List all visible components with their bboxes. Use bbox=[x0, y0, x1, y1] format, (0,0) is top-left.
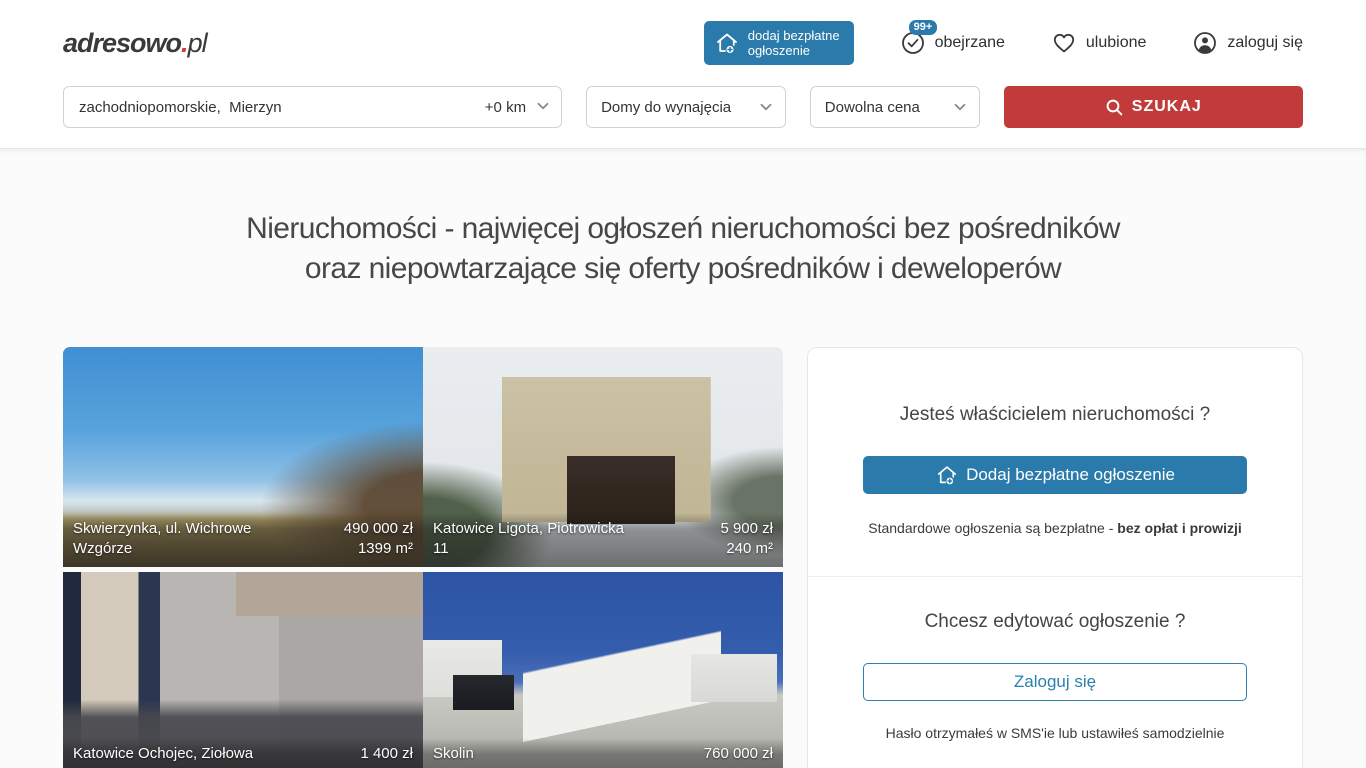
listing-location: Katowice Ligota, Piotrowicka 11 bbox=[433, 519, 643, 559]
edit-heading: Chcesz edytować ogłoszenie ? bbox=[863, 611, 1247, 633]
top-bar: adresowo.pl dodaj bezpłatne ogłoszenie bbox=[0, 0, 1366, 86]
listing-price: 760 000 zł bbox=[704, 744, 773, 764]
location-field: +0 km bbox=[63, 86, 562, 128]
add-listing-label: dodaj bezpłatne ogłoszenie bbox=[748, 28, 840, 58]
listing-price: 1 400 zł bbox=[360, 744, 413, 764]
logo-tld: pl bbox=[188, 28, 207, 58]
listing-caption: Katowice Ochojec, Ziołowa 1 400 zł bbox=[63, 738, 423, 768]
listing-location: Katowice Ochojec, Ziołowa bbox=[73, 744, 253, 768]
chevron-down-icon bbox=[536, 99, 550, 113]
owner-section: Jesteś właścicielem nieruchomości ? Doda… bbox=[808, 348, 1302, 576]
sidebar-login-label: Zaloguj się bbox=[1014, 672, 1096, 692]
category-value: Domy do wynajęcia bbox=[601, 99, 731, 116]
sidebar-add-listing-label: Dodaj bezpłatne ogłoszenie bbox=[966, 465, 1175, 485]
sidebar-login-button[interactable]: Zaloguj się bbox=[863, 663, 1247, 701]
listing-location: Skolin bbox=[433, 744, 474, 768]
password-note: Hasło otrzymałeś w SMS'ie lub ustawiłeś … bbox=[863, 725, 1247, 741]
listing-caption: Skwierzynka, ul. Wichrowe Wzgórze 490 00… bbox=[63, 513, 423, 567]
price-value: Dowolna cena bbox=[825, 99, 920, 116]
owner-heading: Jesteś właścicielem nieruchomości ? bbox=[863, 404, 1247, 426]
header-actions: dodaj bezpłatne ogłoszenie 99+ obejrzane… bbox=[704, 21, 1303, 65]
price-select[interactable]: Dowolna cena bbox=[810, 86, 980, 128]
login-label: zaloguj się bbox=[1227, 34, 1303, 52]
sidebar-add-listing-button[interactable]: Dodaj bezpłatne ogłoszenie bbox=[863, 456, 1247, 494]
listing-caption: Skolin 760 000 zł bbox=[423, 738, 783, 768]
free-listing-note: Standardowe ogłoszenia są bezpłatne - be… bbox=[863, 520, 1247, 536]
favorites-label: ulubione bbox=[1086, 34, 1147, 52]
edit-section: Chcesz edytować ogłoszenie ? Zaloguj się… bbox=[808, 577, 1302, 768]
user-icon bbox=[1192, 30, 1218, 56]
chevron-down-icon bbox=[953, 100, 967, 114]
category-select[interactable]: Domy do wynajęcia bbox=[586, 86, 786, 128]
listing-area: 240 m² bbox=[720, 539, 773, 559]
house-add-icon bbox=[714, 30, 740, 56]
search-submit-button[interactable]: SZUKAJ bbox=[1004, 86, 1303, 128]
listing-caption: Katowice Ligota, Piotrowicka 11 5 900 zł… bbox=[423, 513, 783, 567]
listing-price: 5 900 zł bbox=[720, 519, 773, 539]
search-submit-label: SZUKAJ bbox=[1132, 98, 1202, 116]
search-bar: +0 km Domy do wynajęcia Dowolna cena SZU… bbox=[0, 86, 1366, 148]
listing-card[interactable]: Skolin 760 000 zł bbox=[423, 572, 783, 768]
house-add-icon bbox=[935, 463, 959, 487]
listing-area bbox=[360, 764, 413, 768]
listing-area bbox=[704, 764, 773, 768]
listing-card[interactable]: Skwierzynka, ul. Wichrowe Wzgórze 490 00… bbox=[63, 347, 423, 567]
chevron-down-icon bbox=[759, 100, 773, 114]
listings-grid: Skwierzynka, ul. Wichrowe Wzgórze 490 00… bbox=[63, 347, 783, 768]
viewed-label: obejrzane bbox=[935, 34, 1005, 52]
login-button[interactable]: zaloguj się bbox=[1192, 30, 1303, 56]
heart-icon bbox=[1051, 30, 1077, 56]
logo-name: adresowo bbox=[63, 28, 181, 58]
site-logo[interactable]: adresowo.pl bbox=[63, 28, 207, 59]
listing-area: 1399 m² bbox=[344, 539, 413, 559]
viewed-button[interactable]: 99+ obejrzane bbox=[900, 30, 1005, 56]
listing-price: 490 000 zł bbox=[344, 519, 413, 539]
favorites-button[interactable]: ulubione bbox=[1051, 30, 1147, 56]
listing-location: Skwierzynka, ul. Wichrowe Wzgórze bbox=[73, 519, 283, 559]
page-title: Nieruchomości - najwięcej ogłoszeń nieru… bbox=[0, 149, 1366, 289]
add-listing-button[interactable]: dodaj bezpłatne ogłoszenie bbox=[704, 21, 854, 65]
magnifier-icon bbox=[1105, 98, 1124, 117]
main-content: Nieruchomości - najwięcej ogłoszeń nieru… bbox=[0, 148, 1366, 768]
viewed-count-badge: 99+ bbox=[909, 20, 938, 35]
listing-card[interactable]: Katowice Ligota, Piotrowicka 11 5 900 zł… bbox=[423, 347, 783, 567]
owner-promo-card: Jesteś właścicielem nieruchomości ? Doda… bbox=[807, 347, 1303, 768]
listing-card[interactable]: Katowice Ochojec, Ziołowa 1 400 zł bbox=[63, 572, 423, 768]
radius-value[interactable]: +0 km bbox=[485, 86, 526, 128]
